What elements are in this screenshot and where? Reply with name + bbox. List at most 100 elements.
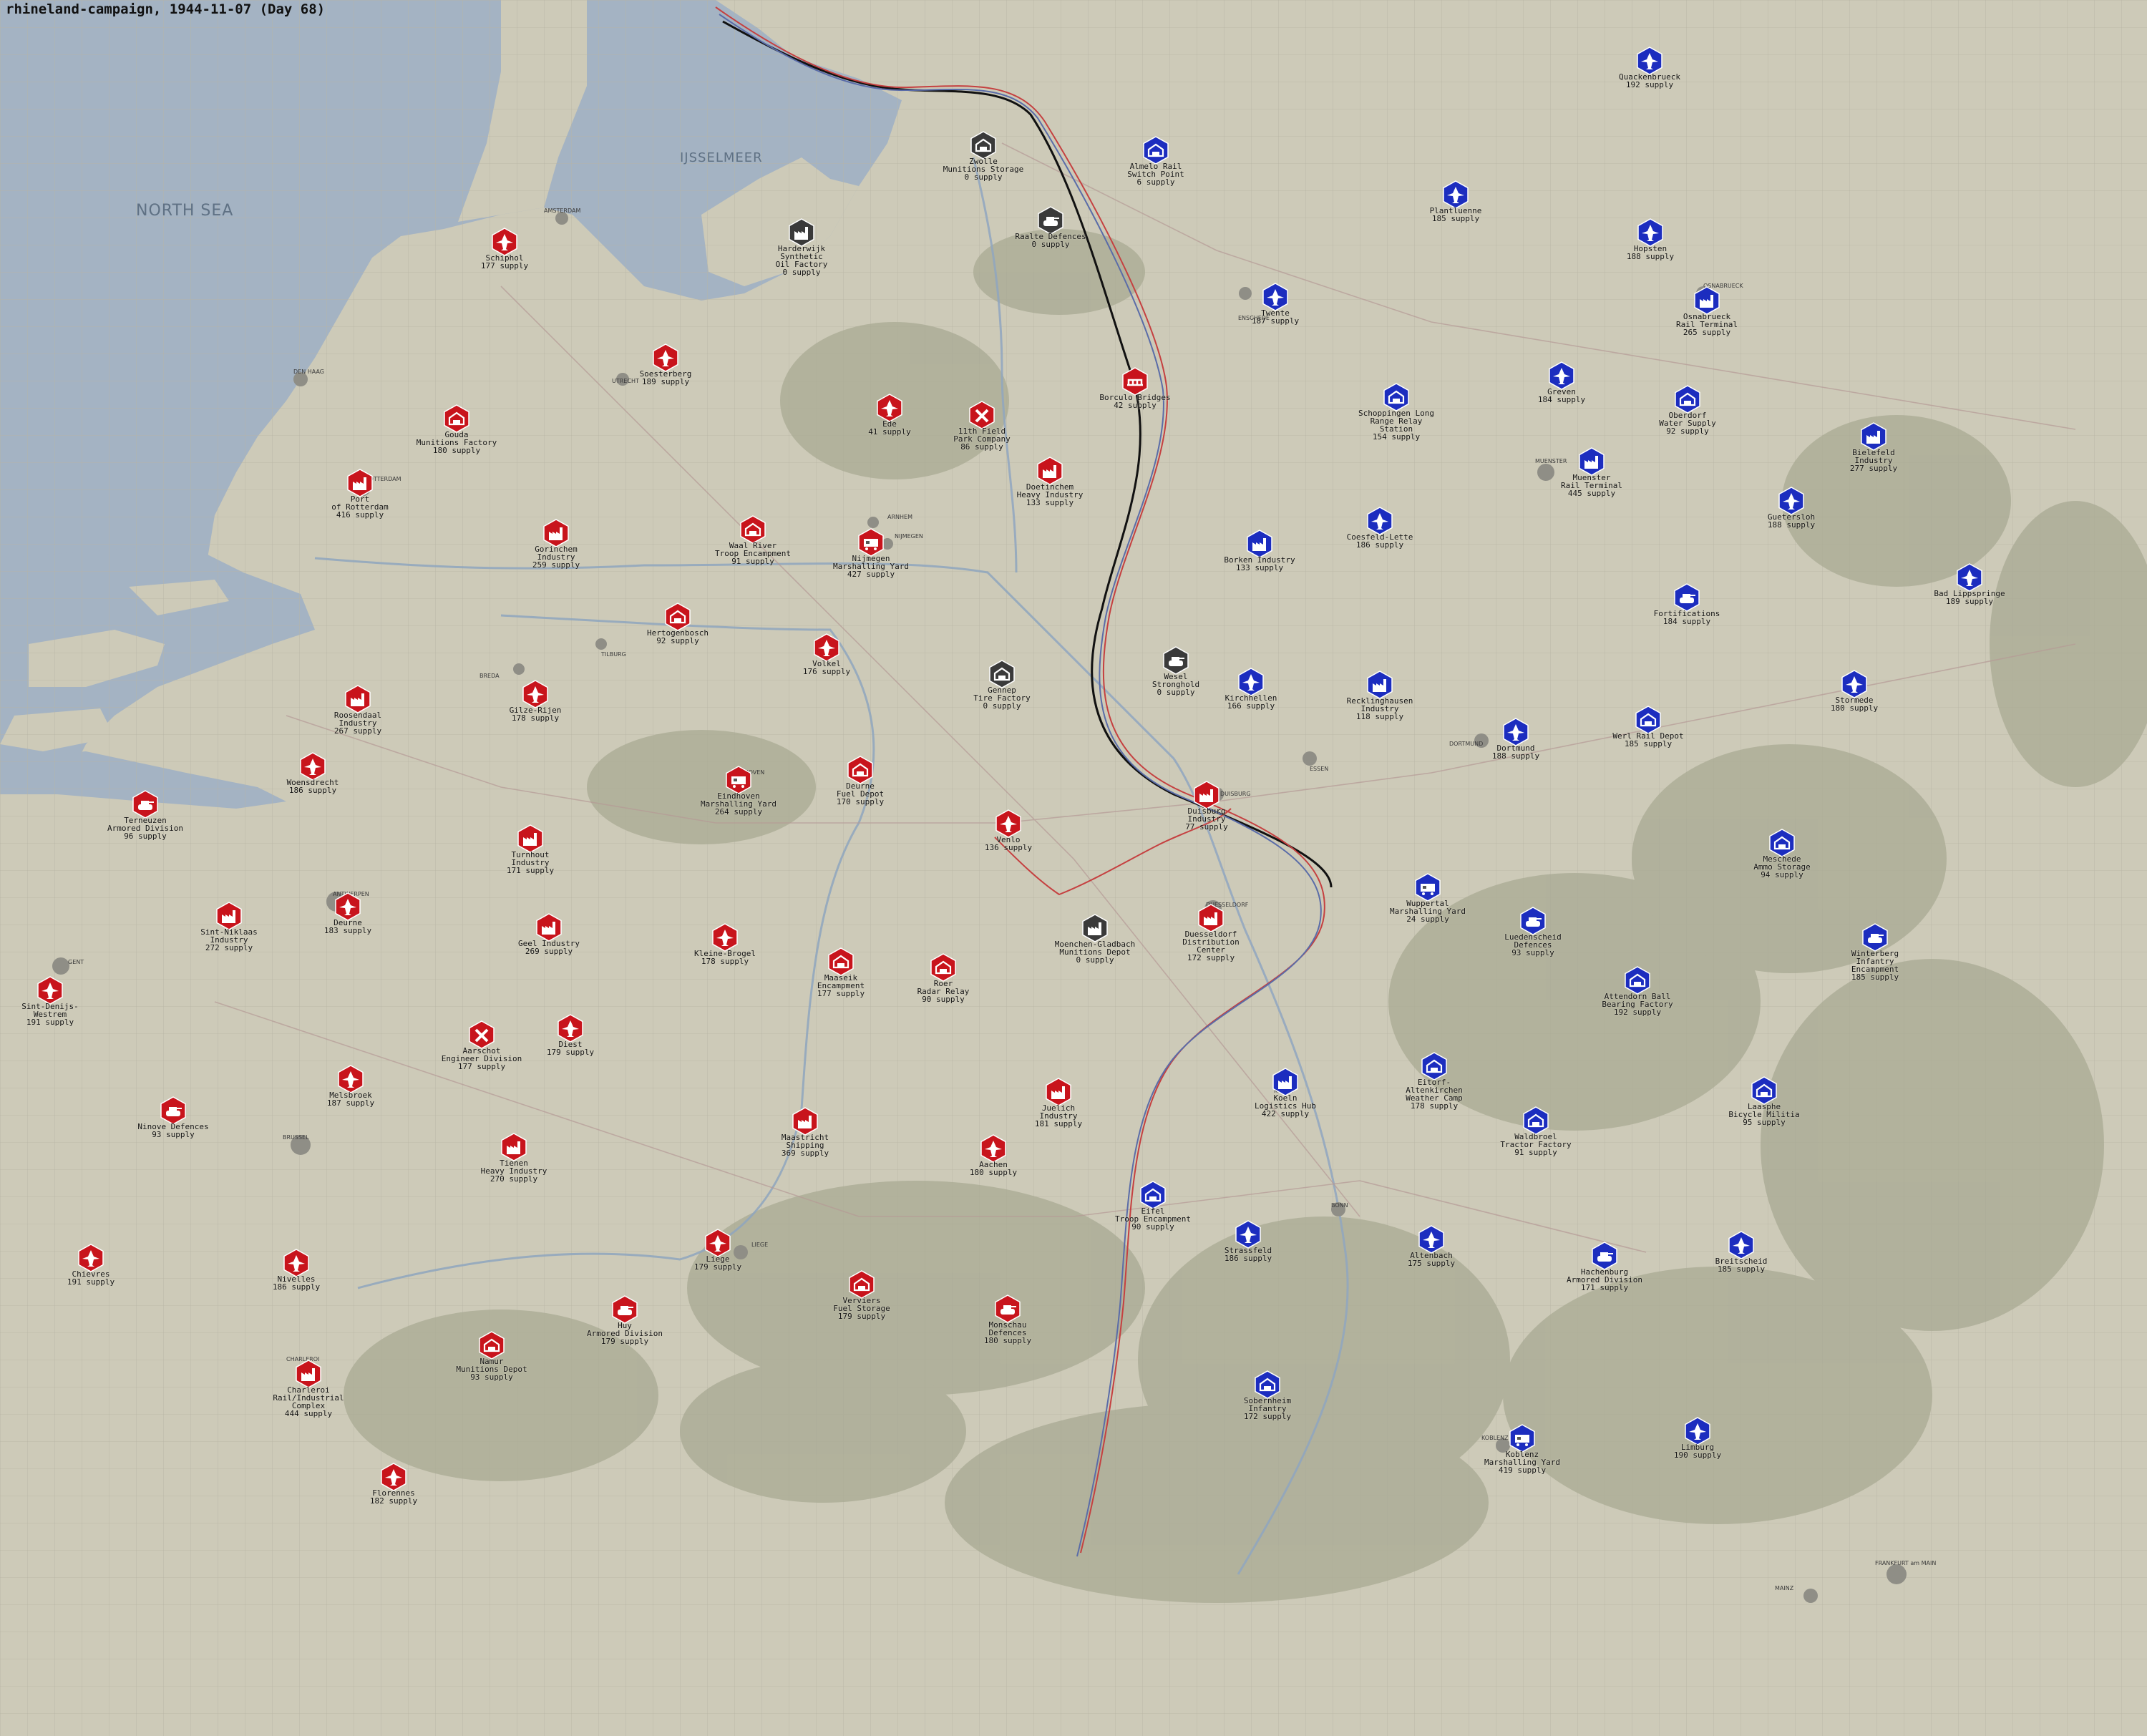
objective-marker[interactable]: Juelich Industry 181 supply [1016,1078,1101,1128]
objective-marker[interactable]: Aarschot Engineer Division 177 supply [439,1020,525,1071]
objective-marker[interactable]: Volkel 176 supply [784,633,870,676]
objective-marker[interactable]: Winterberg Infantry Encampment 185 suppl… [1832,923,1918,981]
objective-marker[interactable]: Raalte Defences 0 supply [1008,206,1094,248]
objective-marker[interactable]: Luedenscheid Defences 93 supply [1490,907,1576,957]
objective-marker[interactable]: Ninove Defences 93 supply [130,1096,216,1138]
objective-marker[interactable]: Florennes 182 supply [351,1463,437,1505]
objective-marker[interactable]: Doetinchem Heavy Industry 133 supply [1007,457,1093,507]
objective-marker[interactable]: Borken Industry 133 supply [1217,530,1303,572]
objective-marker[interactable]: Aachen 180 supply [950,1134,1036,1176]
objective-marker[interactable]: Osnabrueck Rail Terminal 265 supply [1664,286,1750,336]
objective-marker[interactable]: Kleine-Brogel 178 supply [682,923,768,965]
objective-marker[interactable]: Nivelles 186 supply [253,1249,339,1291]
objective-marker[interactable]: Venlo 136 supply [965,809,1051,852]
objective-label: Dortmund 188 supply [1491,743,1540,761]
objective-marker[interactable]: Koeln Logistics Hub 422 supply [1242,1068,1328,1118]
objective-marker[interactable]: Bielefeld Industry 277 supply [1831,422,1917,472]
objective-marker[interactable]: Limburg 190 supply [1655,1417,1741,1459]
objective-marker[interactable]: Attendorn Ball Bearing Factory 192 suppl… [1595,966,1680,1016]
objective-marker[interactable]: Ede 41 supply [847,394,933,436]
objective-marker[interactable]: Eindhoven Marshalling Yard 264 supply [696,766,782,816]
objective-marker[interactable]: Maastricht Shipping 369 supply [762,1107,848,1157]
objective-marker[interactable]: Strassfeld 186 supply [1205,1220,1291,1262]
objective-marker[interactable]: Eifel Troop Encampment 90 supply [1110,1181,1196,1231]
objective-marker[interactable]: Namur Munitions Depot 93 supply [449,1331,535,1381]
objective-marker[interactable]: Gouda Munitions Factory 180 supply [414,404,500,454]
objective-marker[interactable]: Recklinghausen Industry 118 supply [1337,670,1423,721]
objective-marker[interactable]: Deurne Fuel Depot 170 supply [817,756,903,806]
objective-marker[interactable]: Altenbach 175 supply [1388,1225,1474,1267]
objective-marker[interactable]: Schiphol 177 supply [462,228,547,270]
objective-marker[interactable]: Oberdorf Water Supply 92 supply [1645,385,1730,435]
objective-marker[interactable]: Guetersloh 188 supply [1748,487,1834,529]
objective-marker[interactable]: Duesseldorf Distribution Center 172 supp… [1168,904,1254,962]
objective-marker[interactable]: Muenster Rail Terminal 445 supply [1549,447,1635,497]
objective-marker[interactable]: Sint-Denijs-Westrem 191 supply [7,976,93,1026]
objective-marker[interactable]: Twente 187 supply [1232,283,1318,325]
objective-marker[interactable]: Hertogenbosch 92 supply [635,603,721,645]
objective-marker[interactable]: Schoppingen Long Range Relay Station 154… [1353,383,1439,441]
objective-marker[interactable]: Gilze-Rijen 178 supply [492,680,578,722]
objective-marker[interactable]: Huy Armored Division 179 supply [582,1295,668,1345]
objective-marker[interactable]: Breitscheid 185 supply [1698,1231,1784,1273]
objective-marker[interactable]: Meschede Ammo Storage 94 supply [1739,829,1825,879]
objective-label: Bielefeld Industry 277 supply [1849,448,1898,473]
objective-marker[interactable]: Waldbroel Tractor Factory 91 supply [1493,1106,1579,1156]
objective-marker[interactable]: Bad Lippspringe 189 supply [1927,563,2012,605]
objective-marker[interactable]: 11th Field Park Company 86 supply [939,401,1025,451]
objective-marker[interactable]: Chievres 191 supply [48,1244,134,1286]
objective-marker[interactable]: Soesterberg 189 supply [623,343,709,386]
objective-marker[interactable]: Gorinchem Industry 259 supply [513,519,599,569]
objective-marker[interactable]: Eitorf-Altenkirchen Weather Camp 178 sup… [1391,1052,1477,1110]
objective-marker[interactable]: Geel Industry 269 supply [506,913,592,955]
objective-marker[interactable]: Deurne 183 supply [305,892,391,935]
objective-marker[interactable]: Liege 179 supply [675,1229,761,1271]
objective-marker[interactable]: Sobernheim Infantry 172 supply [1225,1370,1310,1420]
objective-marker[interactable]: Gennep Tire Factory 0 supply [959,660,1045,710]
objective-label: Gouda Munitions Factory 180 supply [416,430,497,455]
objective-marker[interactable]: Wuppertal Marshalling Yard 24 supply [1385,873,1471,923]
objective-marker[interactable]: Roer Radar Relay 90 supply [900,953,986,1003]
objective-marker[interactable]: Verviers Fuel Storage 179 supply [819,1270,905,1320]
objective-marker[interactable]: Zwolle Munitions Storage 0 supply [940,131,1026,181]
objective-marker[interactable]: Tienen Heavy Industry 270 supply [471,1133,557,1183]
objective-marker[interactable]: Hachenburg Armored Division 171 supply [1562,1242,1647,1292]
objective-marker[interactable]: Dortmund 188 supply [1473,718,1559,760]
objective-marker[interactable]: Coesfeld-Lette 186 supply [1337,507,1423,549]
map-canvas[interactable] [0,0,2147,1736]
objective-marker[interactable]: Borculo Bridges 42 supply [1092,367,1178,409]
objective-marker[interactable]: Duisburg Industry 77 supply [1164,781,1250,831]
objective-marker[interactable]: Almelo Rail Switch Point 6 supply [1113,136,1199,186]
objective-marker[interactable]: Stormede 180 supply [1811,670,1897,712]
airfield-icon [522,680,548,708]
objective-label: Nivelles 186 supply [272,1274,321,1292]
objective-marker[interactable]: Greven 184 supply [1519,361,1605,404]
objective-marker[interactable]: Wesel Stronghold 0 supply [1133,646,1219,696]
objective-label: 11th Field Park Company 86 supply [953,426,1011,452]
objective-marker[interactable]: Werl Rail Depot 185 supply [1605,706,1691,748]
objective-marker[interactable]: Roosendaal Industry 267 supply [315,685,401,735]
objective-marker[interactable]: Koblenz Marshalling Yard 419 supply [1479,1424,1565,1474]
objective-marker[interactable]: Diest 179 supply [527,1014,613,1056]
objective-marker[interactable]: Maaseik Encampment 177 supply [798,947,884,998]
objective-marker[interactable]: Port of Rotterdam 416 supply [317,469,403,519]
objective-marker[interactable]: Melsbroek 187 supply [308,1065,394,1107]
objective-marker[interactable]: Kirchhellen 166 supply [1208,668,1294,710]
objective-marker[interactable]: Waal River Troop Encampment 91 supply [710,515,796,565]
objective-marker[interactable]: Laasphe Bicycle Militia 95 supply [1721,1076,1807,1126]
objective-marker[interactable]: Charleroi Rail/Industrial Complex 444 su… [266,1360,351,1418]
depot-icon [847,756,873,784]
objective-marker[interactable]: Terneuzen Armored Division 96 supply [102,790,188,840]
objective-marker[interactable]: Nijmegen Marshalling Yard 427 supply [828,528,914,578]
objective-marker[interactable]: Woensdrecht 186 supply [270,752,356,794]
objective-marker[interactable]: Harderwijk Synthetic Oil Factory 0 suppl… [759,218,844,276]
objective-marker[interactable]: Hopsten 188 supply [1607,218,1693,260]
objective-marker[interactable]: Moenchen-Gladbach Munitions Depot 0 supp… [1052,914,1138,964]
objective-marker[interactable]: Plantluenne 185 supply [1413,180,1499,223]
objective-marker[interactable]: Sint-Niklaas Industry 272 supply [186,902,272,952]
objective-marker[interactable]: Fortifications 184 supply [1644,583,1730,625]
objective-marker[interactable]: Monschau Defences 180 supply [965,1294,1051,1345]
objective-marker[interactable]: Turnhout Industry 171 supply [487,824,573,874]
objective-label: Waal River Troop Encampment 91 supply [715,541,791,566]
objective-marker[interactable]: Quackenbrueck 192 supply [1607,47,1693,89]
